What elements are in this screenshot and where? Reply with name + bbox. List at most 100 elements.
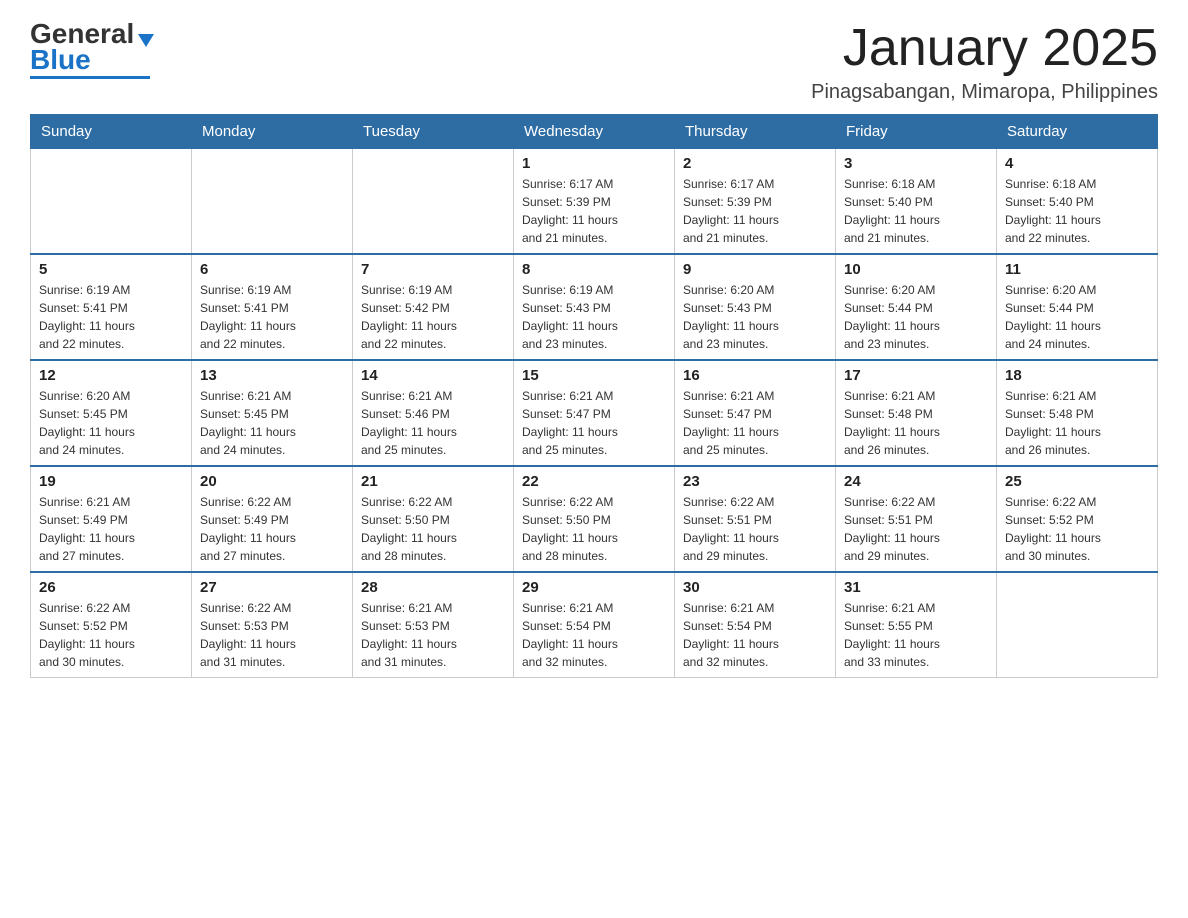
- day-number: 23: [683, 473, 827, 490]
- day-number: 14: [361, 367, 505, 384]
- title-section: January 2025 Pinagsabangan, Mimaropa, Ph…: [811, 20, 1158, 104]
- day-info: Sunrise: 6:22 AMSunset: 5:53 PMDaylight:…: [200, 599, 344, 671]
- day-number: 5: [39, 261, 183, 278]
- day-info: Sunrise: 6:21 AMSunset: 5:55 PMDaylight:…: [844, 599, 988, 671]
- day-number: 4: [1005, 155, 1149, 172]
- day-number: 25: [1005, 473, 1149, 490]
- day-info: Sunrise: 6:22 AMSunset: 5:50 PMDaylight:…: [522, 493, 666, 565]
- calendar-cell-w3-d5: 16Sunrise: 6:21 AMSunset: 5:47 PMDayligh…: [675, 360, 836, 466]
- day-info: Sunrise: 6:21 AMSunset: 5:46 PMDaylight:…: [361, 387, 505, 459]
- calendar-cell-w5-d3: 28 Sunrise: 6:21 AMSunset: 5:53 PMDayligh…: [353, 572, 514, 678]
- calendar-cell-w3-d1: 12 Sunrise: 6:20 AMSunset: 5:45 PMDayligh…: [31, 360, 192, 466]
- day-info: Sunrise: 6:20 AMSunset: 5:44 PMDaylight:…: [1005, 281, 1149, 353]
- calendar-cell-w2-d3: 7 Sunrise: 6:19 AMSunset: 5:42 PMDaylight…: [353, 254, 514, 360]
- day-info: Sunrise: 6:21 AMSunset: 5:49 PMDaylight:…: [39, 493, 183, 565]
- day-info: Sunrise: 6:22 AMSunset: 5:50 PMDaylight:…: [361, 493, 505, 565]
- logo-underline: [30, 76, 150, 79]
- day-info: Sunrise: 6:21 AMSunset: 5:48 PMDaylight:…: [844, 387, 988, 459]
- logo-blue: Blue: [30, 44, 91, 75]
- calendar-week-2: 5 Sunrise: 6:19 AMSunset: 5:41 PMDaylight…: [31, 254, 1158, 360]
- day-number: 6: [200, 261, 344, 278]
- calendar-cell-w3-d6: 17 Sunrise: 6:21 AMSunset: 5:48 PMDayligh…: [836, 360, 997, 466]
- calendar-cell-w4-d1: 19Sunrise: 6:21 AMSunset: 5:49 PMDayligh…: [31, 466, 192, 572]
- day-info: Sunrise: 6:21 AMSunset: 5:48 PMDaylight:…: [1005, 387, 1149, 459]
- day-number: 2: [683, 155, 827, 172]
- calendar-cell-w5-d7: [997, 572, 1158, 678]
- calendar-cell-w3-d7: 18 Sunrise: 6:21 AMSunset: 5:48 PMDayligh…: [997, 360, 1158, 466]
- calendar-week-5: 26 Sunrise: 6:22 AMSunset: 5:52 PMDayligh…: [31, 572, 1158, 678]
- calendar-cell-w5-d6: 31 Sunrise: 6:21 AMSunset: 5:55 PMDayligh…: [836, 572, 997, 678]
- header-tuesday: Tuesday: [353, 115, 514, 149]
- calendar-cell-w4-d4: 22 Sunrise: 6:22 AMSunset: 5:50 PMDayligh…: [514, 466, 675, 572]
- day-info: Sunrise: 6:21 AMSunset: 5:54 PMDaylight:…: [522, 599, 666, 671]
- calendar-cell-w5-d5: 30 Sunrise: 6:21 AMSunset: 5:54 PMDayligh…: [675, 572, 836, 678]
- day-number: 9: [683, 261, 827, 278]
- day-info: Sunrise: 6:21 AMSunset: 5:45 PMDaylight:…: [200, 387, 344, 459]
- day-number: 26: [39, 579, 183, 596]
- day-info: Sunrise: 6:20 AMSunset: 5:45 PMDaylight:…: [39, 387, 183, 459]
- day-number: 7: [361, 261, 505, 278]
- calendar-week-1: 1Sunrise: 6:17 AMSunset: 5:39 PMDaylight…: [31, 149, 1158, 255]
- header-saturday: Saturday: [997, 115, 1158, 149]
- days-header-row: Sunday Monday Tuesday Wednesday Thursday…: [31, 115, 1158, 149]
- day-number: 31: [844, 579, 988, 596]
- day-number: 3: [844, 155, 988, 172]
- day-number: 27: [200, 579, 344, 596]
- calendar-cell-w3-d2: 13 Sunrise: 6:21 AMSunset: 5:45 PMDayligh…: [192, 360, 353, 466]
- calendar-cell-w4-d5: 23 Sunrise: 6:22 AMSunset: 5:51 PMDayligh…: [675, 466, 836, 572]
- day-info: Sunrise: 6:22 AMSunset: 5:52 PMDaylight:…: [39, 599, 183, 671]
- header-wednesday: Wednesday: [514, 115, 675, 149]
- day-info: Sunrise: 6:22 AMSunset: 5:51 PMDaylight:…: [844, 493, 988, 565]
- day-number: 18: [1005, 367, 1149, 384]
- day-info: Sunrise: 6:20 AMSunset: 5:43 PMDaylight:…: [683, 281, 827, 353]
- calendar-cell-w1-d1: [31, 149, 192, 255]
- calendar-cell-w5-d4: 29Sunrise: 6:21 AMSunset: 5:54 PMDayligh…: [514, 572, 675, 678]
- calendar-cell-w1-d2: [192, 149, 353, 255]
- calendar-table: Sunday Monday Tuesday Wednesday Thursday…: [30, 114, 1158, 678]
- day-number: 17: [844, 367, 988, 384]
- calendar-title: January 2025: [811, 20, 1158, 77]
- calendar-cell-w3-d3: 14 Sunrise: 6:21 AMSunset: 5:46 PMDayligh…: [353, 360, 514, 466]
- header-thursday: Thursday: [675, 115, 836, 149]
- day-info: Sunrise: 6:21 AMSunset: 5:53 PMDaylight:…: [361, 599, 505, 671]
- day-number: 28: [361, 579, 505, 596]
- calendar-cell-w2-d7: 11 Sunrise: 6:20 AMSunset: 5:44 PMDayligh…: [997, 254, 1158, 360]
- day-info: Sunrise: 6:22 AMSunset: 5:51 PMDaylight:…: [683, 493, 827, 565]
- day-number: 13: [200, 367, 344, 384]
- calendar-cell-w5-d1: 26 Sunrise: 6:22 AMSunset: 5:52 PMDayligh…: [31, 572, 192, 678]
- calendar-cell-w2-d5: 9 Sunrise: 6:20 AMSunset: 5:43 PMDaylight…: [675, 254, 836, 360]
- location-subtitle: Pinagsabangan, Mimaropa, Philippines: [811, 81, 1158, 104]
- day-number: 12: [39, 367, 183, 384]
- calendar-cell-w4-d2: 20 Sunrise: 6:22 AMSunset: 5:49 PMDayligh…: [192, 466, 353, 572]
- calendar-cell-w4-d6: 24 Sunrise: 6:22 AMSunset: 5:51 PMDayligh…: [836, 466, 997, 572]
- day-number: 1: [522, 155, 666, 172]
- calendar-cell-w1-d6: 3 Sunrise: 6:18 AMSunset: 5:40 PMDaylight…: [836, 149, 997, 255]
- day-number: 10: [844, 261, 988, 278]
- logo[interactable]: General Blue: [30, 20, 154, 79]
- day-info: Sunrise: 6:22 AMSunset: 5:49 PMDaylight:…: [200, 493, 344, 565]
- day-number: 22: [522, 473, 666, 490]
- day-number: 20: [200, 473, 344, 490]
- header-sunday: Sunday: [31, 115, 192, 149]
- calendar-cell-w2-d6: 10Sunrise: 6:20 AMSunset: 5:44 PMDayligh…: [836, 254, 997, 360]
- calendar-cell-w4-d7: 25 Sunrise: 6:22 AMSunset: 5:52 PMDayligh…: [997, 466, 1158, 572]
- day-number: 11: [1005, 261, 1149, 278]
- page-header: General Blue January 2025 Pinagsabangan,…: [30, 20, 1158, 104]
- logo-triangle-icon: [138, 34, 154, 47]
- day-info: Sunrise: 6:22 AMSunset: 5:52 PMDaylight:…: [1005, 493, 1149, 565]
- day-number: 8: [522, 261, 666, 278]
- day-info: Sunrise: 6:19 AMSunset: 5:43 PMDaylight:…: [522, 281, 666, 353]
- day-info: Sunrise: 6:19 AMSunset: 5:41 PMDaylight:…: [39, 281, 183, 353]
- calendar-cell-w3-d4: 15Sunrise: 6:21 AMSunset: 5:47 PMDayligh…: [514, 360, 675, 466]
- day-info: Sunrise: 6:21 AMSunset: 5:54 PMDaylight:…: [683, 599, 827, 671]
- calendar-cell-w1-d3: [353, 149, 514, 255]
- day-number: 24: [844, 473, 988, 490]
- day-info: Sunrise: 6:18 AMSunset: 5:40 PMDaylight:…: [844, 175, 988, 247]
- day-info: Sunrise: 6:19 AMSunset: 5:42 PMDaylight:…: [361, 281, 505, 353]
- day-number: 15: [522, 367, 666, 384]
- calendar-cell-w1-d7: 4Sunrise: 6:18 AMSunset: 5:40 PMDaylight…: [997, 149, 1158, 255]
- calendar-cell-w2-d4: 8 Sunrise: 6:19 AMSunset: 5:43 PMDaylight…: [514, 254, 675, 360]
- day-number: 21: [361, 473, 505, 490]
- calendar-cell-w4-d3: 21 Sunrise: 6:22 AMSunset: 5:50 PMDayligh…: [353, 466, 514, 572]
- day-number: 30: [683, 579, 827, 596]
